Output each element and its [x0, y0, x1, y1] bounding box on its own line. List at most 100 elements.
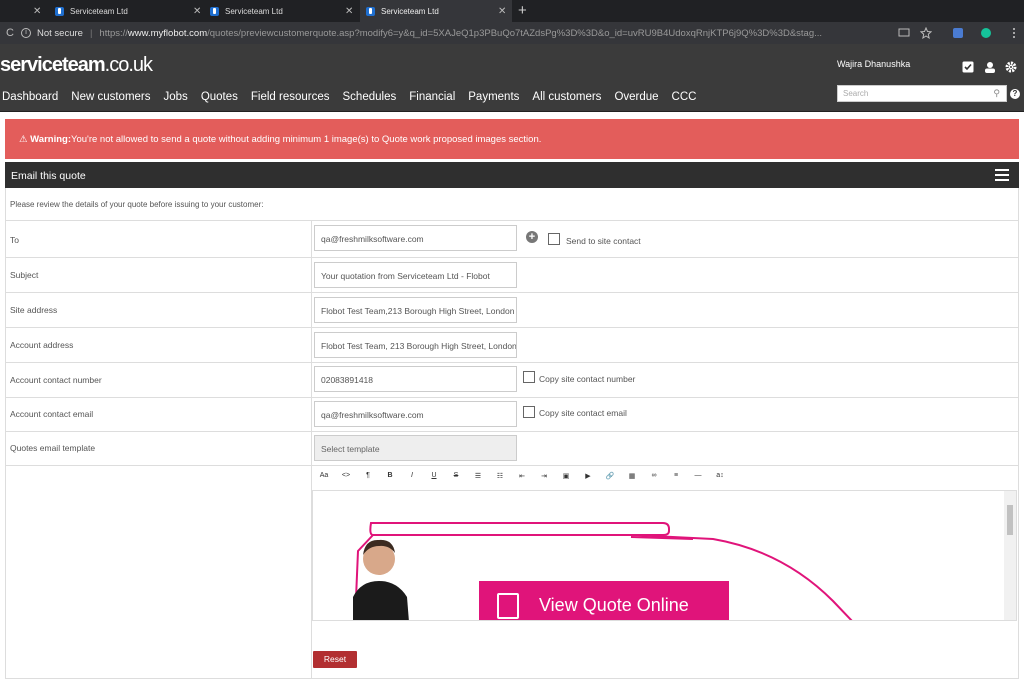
- row-subject: Subject Your quotation from Serviceteam …: [5, 258, 1019, 293]
- menu-item-all-customers[interactable]: All customers: [532, 91, 601, 103]
- search-icon[interactable]: ⚲: [993, 88, 1000, 99]
- editor-content[interactable]: View Quote Online: [312, 490, 1017, 621]
- gear-icon[interactable]: [1005, 61, 1017, 76]
- editor-scrollbar[interactable]: [1004, 491, 1016, 620]
- account-address-field[interactable]: Flobot Test Team, 213 Borough High Stree…: [314, 332, 517, 358]
- url-prefix: https://: [99, 27, 128, 39]
- menu-item-overdue[interactable]: Overdue: [614, 91, 658, 103]
- search-placeholder: Search: [843, 89, 869, 98]
- bullet-list-icon[interactable]: ☰: [467, 472, 489, 480]
- contact-number-label: Account contact number: [10, 375, 102, 385]
- star-icon[interactable]: [920, 27, 932, 39]
- menu-item-schedules[interactable]: Schedules: [343, 91, 397, 103]
- template-label: Quotes email template: [10, 443, 96, 453]
- paragraph-icon[interactable]: ¶: [357, 472, 379, 480]
- column-divider: [311, 258, 312, 292]
- more-icon[interactable]: [1008, 27, 1020, 39]
- template-select[interactable]: Select template: [314, 435, 517, 461]
- menu-item-jobs[interactable]: Jobs: [164, 91, 188, 103]
- scrollbar-thumb[interactable]: [1007, 505, 1013, 535]
- contact-number-field[interactable]: 02083891418: [314, 366, 517, 392]
- site-address-field[interactable]: Flobot Test Team,213 Borough High Street…: [314, 297, 517, 323]
- video-icon[interactable]: ▶: [577, 472, 599, 480]
- new-tab-icon[interactable]: +: [518, 2, 527, 19]
- column-divider: [311, 363, 312, 397]
- url-field[interactable]: https://www.myflobot.com/quotes/previewc…: [99, 28, 889, 39]
- url-host: www.myflobot.com: [127, 27, 208, 39]
- image-icon[interactable]: ▣: [555, 472, 577, 480]
- unlink-icon[interactable]: ∞: [643, 472, 665, 480]
- font-size-icon[interactable]: Aa: [313, 472, 335, 480]
- contact-email-field[interactable]: qa@freshmilksoftware.com: [314, 401, 517, 427]
- favicon-icon: [55, 6, 64, 16]
- grammarly-icon[interactable]: [980, 27, 992, 39]
- user-name[interactable]: Wajira Dhanushka: [837, 59, 910, 69]
- browser-tab-active[interactable]: Serviceteam Ltd ✕: [360, 0, 512, 22]
- intro-text: Please review the details of your quote …: [5, 188, 1019, 221]
- menu-item-financial[interactable]: Financial: [409, 91, 455, 103]
- text-format-icon[interactable]: a↕: [709, 472, 731, 480]
- row-template: Quotes email template Select template: [5, 432, 1019, 466]
- help-icon[interactable]: ?: [1010, 89, 1020, 99]
- add-recipient-icon[interactable]: +: [526, 231, 538, 243]
- copy-site-contact-email-checkbox[interactable]: [523, 406, 535, 418]
- tab-close-icon[interactable]: ✕: [498, 6, 506, 17]
- column-divider: [311, 221, 312, 257]
- panel-header: Email this quote: [5, 162, 1019, 188]
- editor-toolbar: Aa <> ¶ B I U S ☰ ☷ ⇤ ⇥ ▣ ▶ 🔗 ▦ ∞ ≡ — a↕: [313, 472, 731, 480]
- reset-button[interactable]: Reset: [313, 651, 357, 668]
- subject-field[interactable]: Your quotation from Serviceteam Ltd - Fl…: [314, 262, 517, 288]
- logo-bold: serviceteam: [0, 54, 106, 76]
- tab-title: Serviceteam Ltd: [381, 6, 439, 16]
- user-icon[interactable]: [984, 61, 996, 76]
- numbered-list-icon[interactable]: ☷: [489, 472, 511, 480]
- bold-icon[interactable]: B: [379, 472, 401, 480]
- align-icon[interactable]: ≡: [665, 472, 687, 480]
- strikethrough-icon[interactable]: S: [445, 472, 467, 480]
- browser-tab[interactable]: Serviceteam Ltd ✕: [210, 0, 360, 22]
- to-field[interactable]: qa@freshmilksoftware.com: [314, 225, 517, 251]
- outdent-icon[interactable]: ⇤: [511, 472, 533, 480]
- warning-text: You're not allowed to send a quote witho…: [70, 134, 542, 145]
- menu-item-new-customers[interactable]: New customers: [71, 91, 150, 103]
- search-input[interactable]: Search ⚲: [837, 85, 1007, 102]
- site-address-label: Site address: [10, 305, 58, 315]
- column-divider: [311, 328, 312, 362]
- warning-icon: ⚠: [19, 134, 28, 145]
- hamburger-menu-icon[interactable]: [995, 169, 1009, 181]
- security-status: Not secure: [37, 27, 83, 39]
- subject-label: Subject: [10, 270, 39, 280]
- checkbox-icon[interactable]: [962, 61, 974, 76]
- menu-item-quotes[interactable]: Quotes: [201, 91, 238, 103]
- row-to: To qa@freshmilksoftware.com + Send to si…: [5, 221, 1019, 258]
- main-menu: Dashboard New customers Jobs Quotes Fiel…: [2, 91, 696, 103]
- copy-site-contact-number-checkbox[interactable]: [523, 371, 535, 383]
- url-path: /quotes/previewcustomerquote.asp?modify6…: [207, 27, 823, 39]
- document-icon: [497, 593, 519, 619]
- menu-item-payments[interactable]: Payments: [468, 91, 519, 103]
- to-label: To: [10, 235, 19, 245]
- translate-icon[interactable]: [952, 27, 964, 39]
- table-icon[interactable]: ▦: [621, 472, 643, 480]
- underline-icon[interactable]: U: [423, 472, 445, 480]
- indent-icon[interactable]: ⇥: [533, 472, 555, 480]
- screen-icon[interactable]: [898, 27, 910, 39]
- banner-text: View Quote Online: [539, 595, 689, 615]
- tab-close-icon[interactable]: ✕: [345, 6, 353, 17]
- send-to-site-contact-checkbox[interactable]: [548, 233, 560, 245]
- divider: |: [89, 27, 93, 39]
- info-icon[interactable]: i: [21, 28, 31, 38]
- tab-close-icon[interactable]: ✕: [193, 6, 201, 17]
- reload-icon[interactable]: C: [6, 27, 15, 39]
- link-icon[interactable]: 🔗: [599, 472, 621, 480]
- horizontal-rule-icon[interactable]: —: [687, 472, 709, 480]
- menu-item-ccc[interactable]: CCC: [672, 91, 697, 103]
- menu-item-dashboard[interactable]: Dashboard: [2, 91, 58, 103]
- code-view-icon[interactable]: <>: [335, 472, 357, 480]
- italic-icon[interactable]: I: [401, 472, 423, 480]
- column-divider: [311, 432, 312, 465]
- logo[interactable]: serviceteam.co.uk: [0, 54, 153, 77]
- copy-site-contact-number-label: Copy site contact number: [539, 374, 636, 384]
- browser-tab[interactable]: Serviceteam Ltd ✕: [55, 0, 205, 22]
- menu-item-field-resources[interactable]: Field resources: [251, 91, 330, 103]
